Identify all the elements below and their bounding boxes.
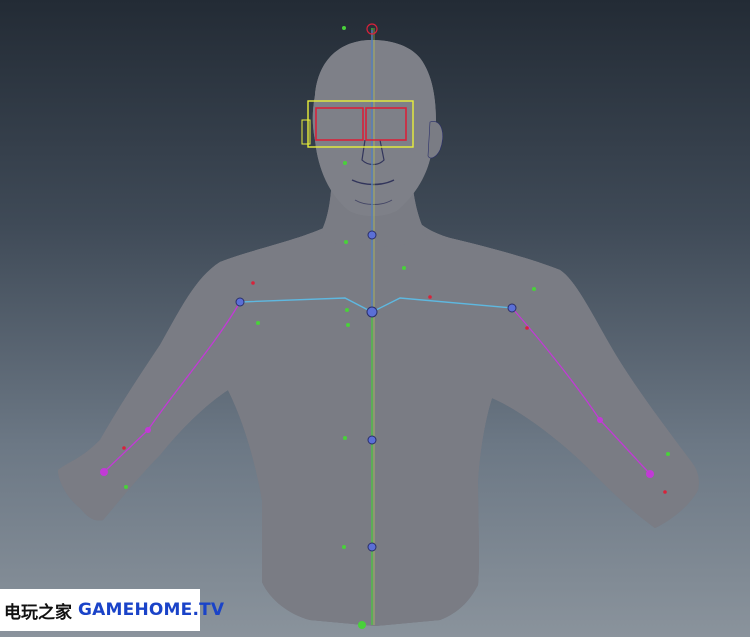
spine-joint-2[interactable] [367,542,377,552]
neck-joint[interactable] [367,230,377,240]
right-ear [427,121,443,159]
left-wrist-joint[interactable] [100,468,108,476]
character-mesh[interactable] [58,40,699,626]
left-shoulder-joint[interactable] [235,297,245,307]
left-ear-box[interactable] [301,119,311,145]
watermark-logo: 电玩之家 GAMEHOME.TV [0,589,224,631]
right-elbow-joint[interactable] [597,417,603,423]
right-shoulder-joint[interactable] [507,303,517,313]
chest-joint[interactable] [366,306,378,318]
viewport-canvas[interactable] [0,0,750,637]
3d-viewport[interactable] [0,0,750,637]
root-joint[interactable] [358,621,366,629]
spine-joint-1[interactable] [367,435,377,445]
left-elbow-joint[interactable] [145,427,151,433]
watermark-chinese-text: 电玩之家 [4,602,72,623]
right-wrist-joint[interactable] [646,470,654,478]
watermark-english-text: GAMEHOME.TV [78,600,225,620]
